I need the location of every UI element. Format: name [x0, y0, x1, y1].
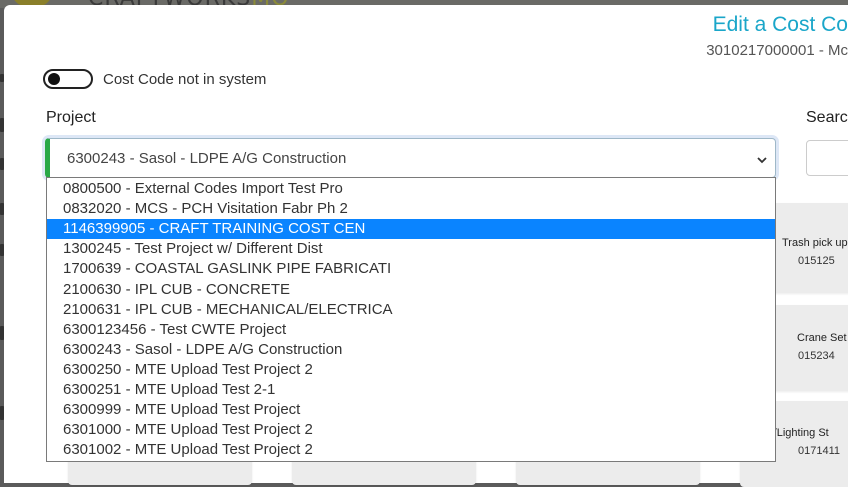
chevron-down-icon	[757, 157, 767, 164]
search-label: Searcl	[806, 109, 848, 126]
project-option[interactable]: 6300999 - MTE Upload Test Project	[47, 400, 775, 420]
project-option[interactable]: 6300250 - MTE Upload Test Project 2	[47, 360, 775, 380]
project-option[interactable]: 2100630 - IPL CUB - CONCRETE	[47, 280, 775, 300]
modal-subtitle: 3010217000001 - Mc	[706, 42, 848, 59]
toggle-label: Cost Code not in system	[103, 71, 267, 88]
card-title: Crane Set	[797, 332, 847, 344]
project-select-value: 6300243 - Sasol - LDPE A/G Construction	[67, 150, 347, 167]
project-option[interactable]: 1146399905 - CRAFT TRAINING COST CEN	[47, 219, 775, 240]
card-title: Trash pick up	[782, 237, 848, 249]
edit-cost-code-modal: Edit a Cost Co 3010217000001 - Mc Cost C…	[4, 5, 848, 487]
project-option[interactable]: 1700639 - COASTAL GASLINK PIPE FABRICATI	[47, 259, 775, 279]
project-option[interactable]: 6300251 - MTE Upload Test 2-1	[47, 380, 775, 400]
search-input[interactable]	[806, 140, 848, 176]
project-option[interactable]: 0800500 - External Codes Import Test Pro	[47, 179, 775, 199]
toggle-knob	[48, 73, 60, 85]
modal-title: Edit a Cost Co	[712, 13, 848, 36]
project-option[interactable]: 6301002 - MTE Upload Test Project 2	[47, 440, 775, 460]
project-option[interactable]: 6300123456 - Test CWTE Project	[47, 320, 775, 340]
project-option[interactable]: 6301000 - MTE Upload Test Project 2	[47, 420, 775, 440]
project-option[interactable]: 2100631 - IPL CUB - MECHANICAL/ELECTRICA	[47, 300, 775, 320]
card-code: 015125	[798, 255, 835, 267]
card-code: 015234	[798, 350, 835, 362]
project-option[interactable]: 1300245 - Test Project w/ Different Dist	[47, 239, 775, 259]
card-code: 0171411	[798, 445, 841, 457]
project-select[interactable]: 6300243 - Sasol - LDPE A/G Construction	[45, 138, 776, 178]
cost-code-not-in-system-toggle[interactable]	[43, 69, 93, 89]
project-option[interactable]: 0832020 - MCS - PCH Visitation Fabr Ph 2	[47, 199, 775, 219]
project-label: Project	[46, 109, 96, 126]
project-option[interactable]: 6300243 - Sasol - LDPE A/G Construction	[47, 340, 775, 360]
project-dropdown-list[interactable]: 0800500 - External Codes Import Test Pro…	[46, 177, 776, 462]
